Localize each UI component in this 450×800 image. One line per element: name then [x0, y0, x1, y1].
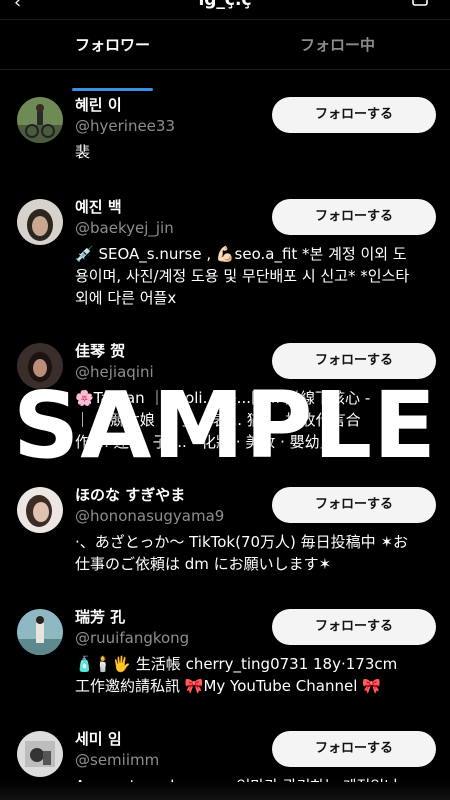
tab-bar: フォロワー フォロー中 [0, 24, 450, 91]
avatar[interactable] [17, 731, 63, 777]
bio-line: 🧴🕯️🖐 生活帳 cherry_ting0731 18y·173cm [75, 655, 398, 673]
follow-button[interactable]: フォローする [272, 97, 436, 133]
avatar[interactable] [17, 487, 63, 533]
avatar[interactable] [17, 343, 63, 389]
bio-line: 工作邀約請私訊 🎀My YouTube Channel 🎀 [75, 677, 381, 695]
user-handle: @semiimm [75, 751, 160, 769]
user-bio: 🌸Taiwan ｜ Taoli... 快...閣... 隊線下核心 - ｜ 電競… [75, 387, 440, 453]
avatar[interactable] [17, 97, 63, 143]
bio-line: ｜ 電競女娘 ... 了... 表... 猫 ... 招收代言合 [75, 411, 361, 429]
bio-line: 裴 [75, 143, 91, 161]
user-bio: ·、あざとっか～ TikTok(70万人) 毎日投稿中 ✶お 仕事のご依頼は d… [75, 531, 440, 575]
tab-following[interactable]: フォロー中 [225, 34, 450, 55]
page-title: ig_ç.ç [198, 0, 252, 10]
bottom-edge [0, 782, 450, 800]
back-arrow-icon[interactable]: ‹ [14, 0, 21, 13]
user-name: 瑞芳 孔 [75, 608, 126, 626]
bio-line: 仕事のご依頼は dm にお願いします✶ [75, 555, 332, 573]
user-name: 세미 임 [75, 730, 122, 748]
user-bio: 🧴🕯️🖐 生活帳 cherry_ting0731 18y·173cm 工作邀約請… [75, 653, 440, 697]
user-name: ほのな すぎやま [75, 486, 186, 504]
avatar[interactable] [17, 609, 63, 655]
bio-line: 作 ... 迷 ... 子 ... · 化妝 · 美妝 · 嬰幼兒 [75, 433, 335, 451]
follow-button[interactable]: フォローする [272, 487, 436, 523]
user-handle: @hononasugyama9 [75, 507, 225, 525]
user-bio: 裴 [75, 141, 440, 163]
bio-line: 외에 다른 어플x [75, 289, 177, 307]
bio-line: 💉 SEOA_s.nurse , 💪🏻seo.a_fit *본 계정 이외 도 [75, 245, 407, 263]
bio-line: 🌸Taiwan ｜ Taoli... 快...閣... 隊線下核心 - [75, 389, 371, 407]
user-name: 예진 백 [75, 198, 122, 216]
tab-followers[interactable]: フォロワー [0, 34, 225, 55]
menu-icon[interactable] [412, 0, 428, 6]
avatar[interactable] [17, 199, 63, 245]
follow-button[interactable]: フォローする [272, 343, 436, 379]
user-handle: @hyerinee33 [75, 117, 175, 135]
user-bio: 💉 SEOA_s.nurse , 💪🏻seo.a_fit *본 계정 이외 도 … [75, 243, 440, 309]
follow-button[interactable]: フォローする [272, 199, 436, 235]
bio-line: ·、あざとっか～ TikTok(70万人) 毎日投稿中 ✶お [75, 533, 409, 551]
top-bar: ‹ ig_ç.ç [0, 0, 450, 20]
user-handle: @baekyej_jin [75, 219, 174, 237]
user-handle: @ruuifangkong [75, 629, 190, 647]
follow-button[interactable]: フォローする [272, 609, 436, 645]
user-handle: @hejiaqini [75, 363, 154, 381]
active-tab-indicator [72, 88, 153, 91]
user-name: 혜린 이 [75, 96, 122, 114]
follow-button[interactable]: フォローする [272, 731, 436, 767]
user-name: 佳琴 贺 [75, 342, 126, 360]
bio-line: 용이며, 사진/계정 도용 및 무단배포 시 신고* *인스타 [75, 267, 410, 285]
